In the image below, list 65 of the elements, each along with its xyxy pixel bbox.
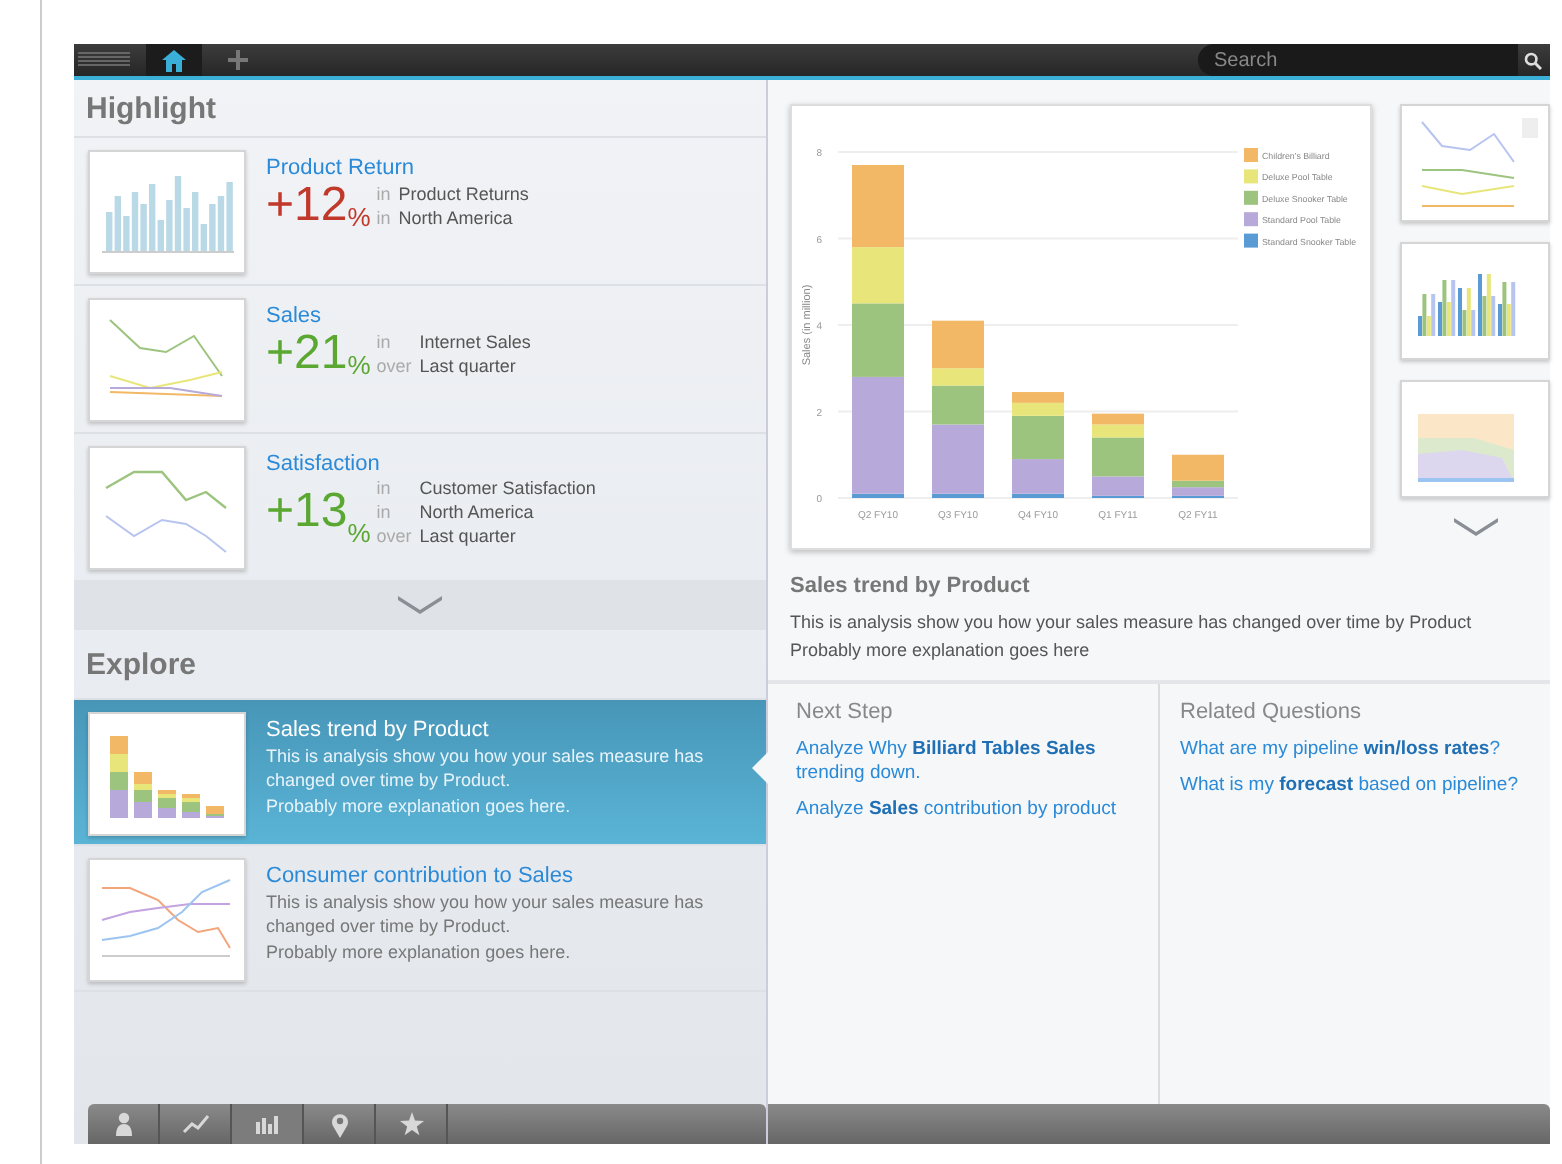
analysis-title: Sales trend by Product [788, 572, 1032, 602]
item-description: Probably more explanation goes here. [266, 794, 573, 818]
highlight-card[interactable]: Product Return +12% in Product Returns in North America [74, 136, 766, 284]
section-title: Highlight [84, 90, 218, 130]
item-description: This is analysis show you how your sales measure has changed over time by Product. [266, 744, 706, 792]
item-title: Sales trend by Product [266, 718, 491, 742]
suggestion-link[interactable]: What are my pipeline win/loss rates? [1180, 738, 1538, 762]
column-title: Next Step [796, 700, 895, 724]
change-value: +21 [266, 328, 348, 380]
search-field[interactable]: Search [1198, 44, 1518, 76]
explore-item[interactable]: Sales trend by Product This is analysis show you how your sales measure has changed over time by Product. Probably more explanation goes here. [74, 700, 766, 846]
bar-chart-icon [253, 1114, 281, 1134]
plus-icon [228, 50, 248, 70]
legend-swatch [1244, 212, 1258, 227]
detail-prefix: in [376, 500, 393, 524]
change-value: +12 [266, 180, 348, 232]
detail-text: North America [419, 500, 536, 524]
chart-thumbnail[interactable] [1400, 380, 1550, 498]
chevron-down-icon[interactable] [398, 596, 442, 614]
detail-text: Last quarter [419, 354, 518, 378]
explore-item[interactable]: Consumer contribution to Sales This is analysis show you how your sales measure has changed over time by Product. Probably more explanation goes here. [74, 846, 766, 992]
analysis-description: This is analysis show you how your sales measure has changed over time by Product [790, 610, 1474, 636]
detail-text: Last quarter [419, 524, 518, 548]
detail-prefix: over [376, 524, 412, 548]
analysis-description: Probably more explanation goes here [790, 638, 1092, 664]
detail-text: Customer Satisfaction [419, 476, 596, 500]
detail-text: Product Returns [398, 182, 529, 206]
percent-sign: % [347, 202, 371, 232]
person-icon [113, 1112, 133, 1136]
search-icon [1524, 51, 1542, 69]
legend-swatch [1244, 233, 1258, 248]
suggestion-link[interactable]: Analyze Sales contribution by product [796, 798, 1146, 822]
detail-text: North America [398, 206, 515, 230]
suggestion-link[interactable]: What is my forecast based on pipeline? [1180, 774, 1538, 798]
highlight-card[interactable]: Satisfaction +13% in Customer Satisfaction in North America over Last quarter [74, 432, 766, 580]
chart-thumbnail[interactable] [1400, 242, 1550, 360]
highlight-card[interactable]: Sales +21% in Internet Sales over Last quarter [74, 284, 766, 432]
legend-swatch [1244, 148, 1258, 162]
detail-prefix: in [376, 206, 391, 230]
nav-tab[interactable] [146, 44, 202, 76]
map-pin-icon [329, 1111, 349, 1137]
detail-prefix: over [376, 354, 412, 378]
change-value: +13 [266, 486, 348, 538]
percent-sign: % [347, 350, 371, 380]
card-title: Product Return [266, 156, 416, 180]
trend-icon [181, 1114, 209, 1134]
home-icon [162, 49, 186, 71]
legend-swatch [1244, 169, 1258, 184]
detail-prefix: in [376, 182, 391, 206]
legend-swatch [1244, 190, 1258, 205]
percent-sign: % [347, 518, 371, 548]
chart-thumbnail[interactable] [1400, 104, 1550, 222]
detail-text: Internet Sales [419, 330, 531, 354]
column-title: Related Questions [1180, 700, 1363, 724]
card-title: Sales [266, 304, 324, 328]
detail-prefix: in [376, 330, 393, 354]
detail-prefix: in [376, 476, 393, 500]
item-description: Probably more explanation goes here. [266, 940, 573, 964]
star-icon [399, 1112, 423, 1136]
toolbar-button[interactable] [232, 1104, 304, 1144]
item-title: Consumer contribution to Sales [266, 864, 575, 888]
card-title: Satisfaction [266, 452, 382, 476]
suggestion-link[interactable]: Analyze Why Billiard Tables Sales trending down. [796, 738, 1146, 786]
chevron-down-icon[interactable] [1453, 518, 1497, 536]
item-description: This is analysis show you how your sales measure has changed over time by Product. [266, 890, 706, 938]
